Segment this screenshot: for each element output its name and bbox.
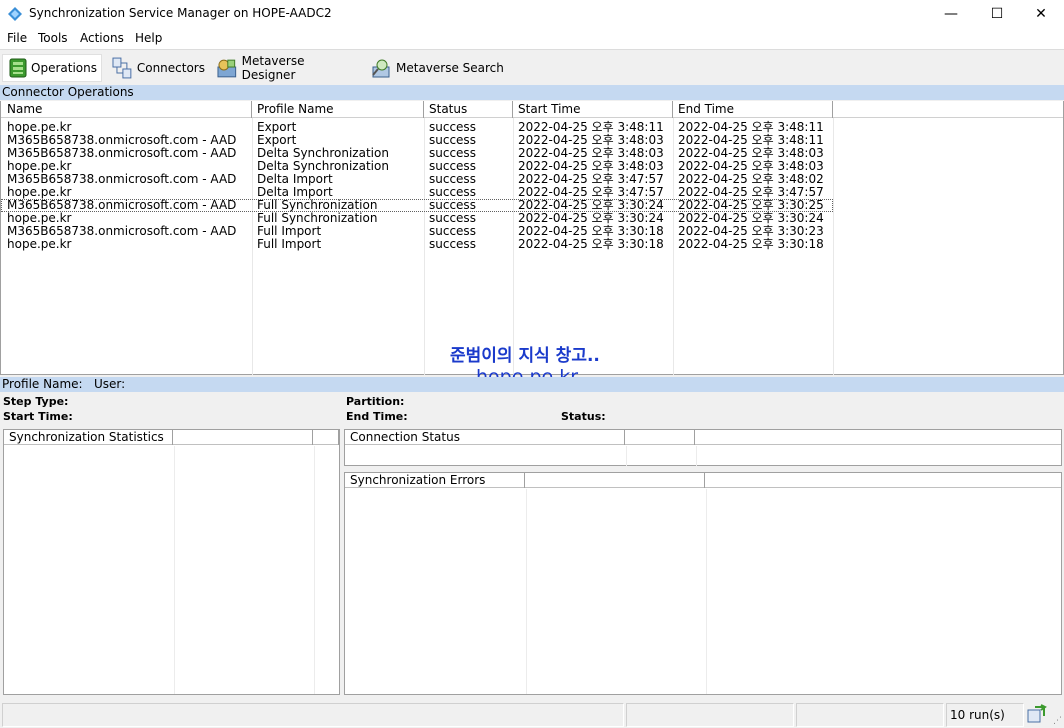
metaverse-search-icon xyxy=(372,59,390,78)
status-label: Status: xyxy=(561,410,606,423)
watermark-text: 준범이의 지식 창고.. xyxy=(450,346,600,366)
connectors-button[interactable]: Connectors xyxy=(105,54,205,82)
table-row[interactable]: hope.pe.kr Full Import success 2022-04-25 오… xyxy=(1,238,833,251)
cell-profile-name: Full Import xyxy=(257,237,322,251)
column-divider xyxy=(314,446,315,694)
cell-start-time: 2022-04-25 오후 3:30:18 xyxy=(518,237,664,251)
status-segment-1 xyxy=(2,703,624,727)
metaverse-designer-label: Metaverse Designer xyxy=(241,54,305,82)
operations-label: Operations xyxy=(31,61,97,75)
status-bar: 10 run(s) ⋰ xyxy=(0,700,1064,728)
connection-status-column-2[interactable] xyxy=(625,430,695,445)
column-header-status[interactable]: Status xyxy=(424,101,513,118)
status-segment-3 xyxy=(796,703,944,727)
menu-file[interactable]: File xyxy=(7,31,27,45)
column-header-profile-name[interactable]: Profile Name xyxy=(252,101,424,118)
metaverse-search-button[interactable]: Metaverse Search xyxy=(364,54,504,82)
metaverse-search-label: Metaverse Search xyxy=(396,61,504,75)
column-divider xyxy=(833,118,834,375)
column-header-name[interactable]: Name xyxy=(2,101,252,118)
run-details-header: Profile Name: User: xyxy=(0,377,1064,392)
column-divider xyxy=(626,446,627,466)
operations-icon xyxy=(9,58,27,78)
minimize-button[interactable]: — xyxy=(928,0,974,28)
column-divider xyxy=(706,489,707,694)
menu-tools[interactable]: Tools xyxy=(38,31,68,45)
connector-operations-header: Connector Operations xyxy=(0,85,1064,100)
window-title: Synchronization Service Manager on HOPE-… xyxy=(29,6,332,20)
start-time-label: Start Time: xyxy=(3,410,73,423)
sync-errors-panel[interactable]: Synchronization Errors xyxy=(344,472,1062,695)
close-button[interactable]: ✕ xyxy=(1018,0,1064,28)
title-bar: Synchronization Service Manager on HOPE-… xyxy=(0,0,1064,28)
maximize-button[interactable]: ☐ xyxy=(974,0,1020,28)
sync-errors-column-2[interactable] xyxy=(525,473,705,488)
column-header-end-time[interactable]: End Time xyxy=(673,101,833,118)
column-divider xyxy=(696,446,697,466)
column-header-start-time[interactable]: Start Time xyxy=(513,101,673,118)
sync-errors-header: Synchronization Errors xyxy=(345,473,1061,488)
connection-status-column[interactable]: Connection Status xyxy=(345,430,625,445)
profile-name-label: Profile Name: xyxy=(2,377,83,391)
status-segment-2 xyxy=(626,703,794,727)
sync-errors-column[interactable]: Synchronization Errors xyxy=(345,473,525,488)
operations-grid[interactable]: Name Profile Name Status Start Time End … xyxy=(0,101,1064,375)
cell-end-time: 2022-04-25 오후 3:30:18 xyxy=(678,237,824,251)
toolbar: Operations Connectors Metaverse Designer… xyxy=(0,49,1064,85)
metaverse-designer-button[interactable]: Metaverse Designer xyxy=(210,54,360,82)
sync-statistics-panel[interactable]: Synchronization Statistics xyxy=(3,429,340,695)
step-type-label: Step Type: xyxy=(3,395,69,408)
network-status-icon xyxy=(1027,704,1047,723)
column-divider xyxy=(526,489,527,694)
cell-name: hope.pe.kr xyxy=(7,237,72,251)
operations-button[interactable]: Operations xyxy=(2,54,102,82)
menu-bar: File Tools Actions Help xyxy=(0,28,1064,49)
metaverse-designer-icon xyxy=(217,59,237,78)
column-divider xyxy=(174,446,175,694)
sync-statistics-column[interactable]: Synchronization Statistics xyxy=(4,430,173,445)
menu-actions[interactable]: Actions xyxy=(80,31,124,45)
connection-status-header: Connection Status xyxy=(345,430,1061,445)
grid-header: Name Profile Name Status Start Time End … xyxy=(1,101,1063,118)
end-time-label: End Time: xyxy=(346,410,408,423)
menu-help[interactable]: Help xyxy=(135,31,162,45)
partition-label: Partition: xyxy=(346,395,405,408)
cell-status: success xyxy=(429,237,476,251)
connectors-label: Connectors xyxy=(136,61,205,75)
sync-statistics-header: Synchronization Statistics xyxy=(4,430,339,445)
connection-status-panel[interactable]: Connection Status xyxy=(344,429,1062,466)
resize-grip-icon[interactable]: ⋰ xyxy=(1053,716,1062,726)
sync-statistics-column-2[interactable] xyxy=(173,430,313,445)
run-count: 10 run(s) xyxy=(946,703,1024,727)
sync-statistics-column-3[interactable] xyxy=(313,430,339,445)
app-icon xyxy=(8,7,22,21)
connectors-icon xyxy=(112,57,132,79)
user-label: User: xyxy=(94,377,126,391)
